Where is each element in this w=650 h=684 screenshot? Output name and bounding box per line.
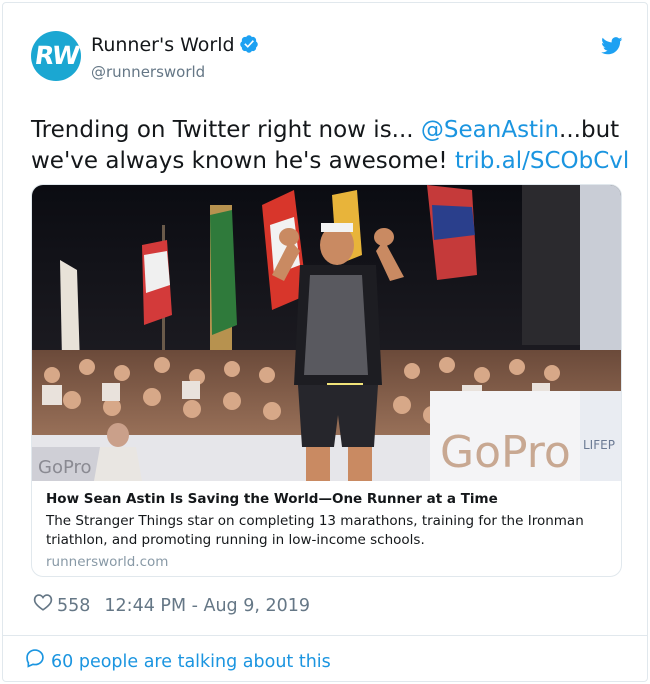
divider — [3, 635, 647, 636]
avatar-logo-text: RW — [32, 41, 80, 70]
gopro-sign-large: GoPro — [440, 427, 571, 478]
display-name-text: Runner's World — [91, 34, 235, 56]
talking-link[interactable]: 60 people are talking about this — [25, 649, 331, 675]
author-display-name[interactable]: Runner's World — [91, 33, 259, 60]
tweet-meta: 558 12:44 PM - Aug 9, 2019 — [33, 593, 310, 619]
card-domain: runnersworld.com — [46, 554, 169, 570]
link-card[interactable]: GoPro GoPro LIFEP 143 — [31, 184, 622, 577]
card-body: How Sean Astin Is Saving the World—One R… — [46, 489, 606, 572]
author-handle[interactable]: @runnersworld — [91, 62, 259, 82]
tweet-text-part1: Trending on Twitter right now is... — [31, 117, 421, 143]
heart-icon[interactable] — [33, 593, 53, 619]
twitter-bird-icon[interactable] — [601, 37, 623, 59]
gopro-sign-small: GoPro — [38, 457, 92, 478]
tweet-timestamp[interactable]: 12:44 PM - Aug 9, 2019 — [104, 593, 310, 619]
mention-link[interactable]: @SeanAstin — [421, 117, 559, 143]
verified-badge-icon — [239, 34, 259, 60]
tweet-header: RW Runner's World @runnersworld — [31, 31, 623, 85]
card-title[interactable]: How Sean Astin Is Saving the World—One R… — [46, 489, 606, 509]
talking-text[interactable]: 60 people are talking about this — [51, 649, 331, 675]
card-description: The Stranger Things star on completing 1… — [46, 513, 584, 548]
lifeproof-sign: LIFEP — [583, 438, 615, 452]
like-count[interactable]: 558 — [57, 593, 90, 619]
tweet-embed: RW Runner's World @runnersworld Trending… — [2, 2, 648, 682]
article-short-link[interactable]: trib.al/SCObCvl — [455, 148, 629, 174]
tweet-text: Trending on Twitter right now is... @Sea… — [31, 115, 631, 177]
card-image[interactable]: GoPro GoPro LIFEP 143 — [32, 185, 622, 481]
speech-bubble-icon — [25, 648, 45, 676]
author-names[interactable]: Runner's World @runnersworld — [91, 33, 259, 82]
avatar[interactable]: RW — [31, 31, 81, 81]
